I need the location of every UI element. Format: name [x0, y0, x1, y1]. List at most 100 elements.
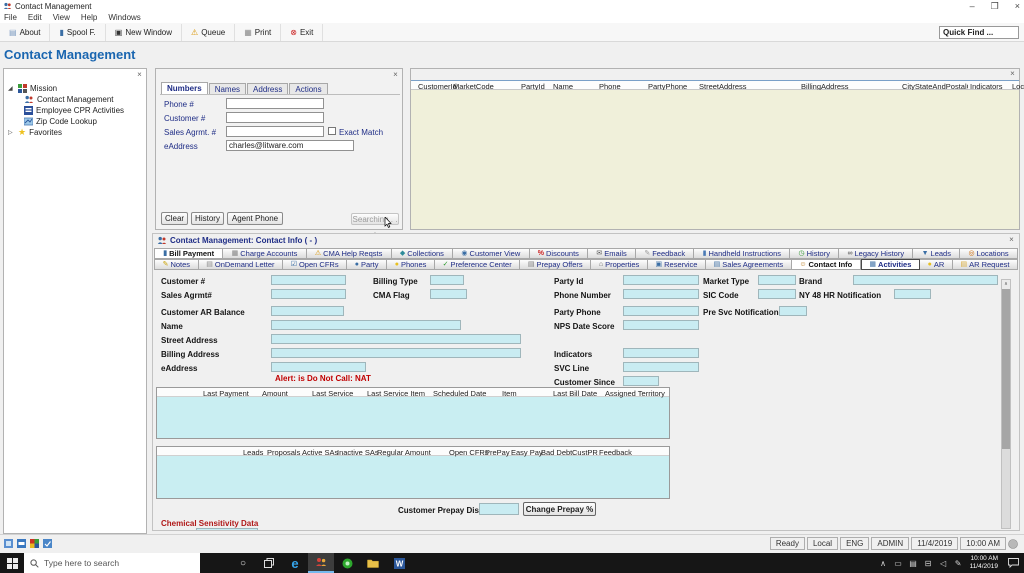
- tab-history[interactable]: ◷ History: [790, 248, 840, 259]
- spool-button[interactable]: ▮ Spool F.: [50, 23, 106, 41]
- history-button[interactable]: History: [191, 212, 224, 225]
- contact-panel-close-icon[interactable]: ×: [1007, 236, 1016, 245]
- customer-ar-balance-field[interactable]: [271, 306, 344, 316]
- tray-folder-icon[interactable]: ▤: [906, 553, 921, 573]
- tab-charge-accounts[interactable]: ▦ Charge Accounts: [223, 248, 307, 259]
- tab-emails[interactable]: ✉ Emails: [588, 248, 637, 259]
- svc-line-field[interactable]: [623, 362, 699, 372]
- service-history-table[interactable]: Last Payment Amount Last Service Last Se…: [156, 387, 670, 439]
- expanded-triangle-icon[interactable]: ◢: [8, 85, 15, 92]
- customer-number-field[interactable]: [271, 275, 346, 285]
- menu-edit[interactable]: Edit: [28, 13, 42, 22]
- tree-node-zip-lookup[interactable]: Zip Code Lookup: [8, 116, 124, 127]
- party-phone-field[interactable]: [623, 306, 699, 316]
- tab-open-cfrs[interactable]: ☑ Open CFRs: [283, 259, 348, 270]
- tab-legacy-history[interactable]: ∞ Legacy History: [839, 248, 914, 259]
- sales-agrmt-input[interactable]: [226, 126, 324, 137]
- exit-button[interactable]: ⊗ Exit: [281, 23, 324, 41]
- tab-cma-help-reqsts[interactable]: ⚠ CMA Help Reqsts: [306, 248, 392, 259]
- billing-address-field[interactable]: [271, 348, 521, 358]
- indicators-field[interactable]: [623, 348, 699, 358]
- tab-prepay-offers[interactable]: ▤ Prepay Offers: [520, 259, 592, 270]
- street-address-field[interactable]: [271, 334, 521, 344]
- phone-number-field[interactable]: [623, 289, 699, 299]
- tab-activities[interactable]: ▦ Activities: [860, 259, 920, 270]
- menu-help[interactable]: Help: [81, 13, 97, 22]
- customer-since-field[interactable]: [623, 376, 659, 386]
- search-panel-close-icon[interactable]: ×: [391, 71, 400, 80]
- tray-pen-icon[interactable]: ✎: [951, 553, 966, 573]
- tab-discounts[interactable]: % Discounts: [529, 248, 589, 259]
- tab-sales-agreements[interactable]: ▤ Sales Agreements: [706, 259, 792, 270]
- tab-ar[interactable]: ● AR: [920, 259, 953, 270]
- menu-file[interactable]: File: [4, 13, 17, 22]
- change-prepay-button[interactable]: Change Prepay %: [523, 502, 596, 516]
- customer-number-input[interactable]: [226, 112, 324, 123]
- tab-feedback[interactable]: ✎ Feedback: [636, 248, 695, 259]
- file-explorer-icon[interactable]: [360, 553, 386, 573]
- tab-party[interactable]: ● Party: [347, 259, 388, 270]
- queue-button[interactable]: ⚠ Queue: [182, 23, 236, 41]
- tab-contact-info[interactable]: ☺ Contact Info: [791, 259, 861, 270]
- tab-reservice[interactable]: ▣ Reservice: [647, 259, 707, 270]
- eaddress-input[interactable]: charles@litware.com: [226, 140, 354, 151]
- start-button[interactable]: [0, 553, 24, 573]
- tab-properties[interactable]: ⌂ Properties: [591, 259, 648, 270]
- status-app-icon-4[interactable]: [43, 539, 52, 548]
- taskbar-clock[interactable]: 10:00 AM 11/4/2019: [966, 555, 1002, 571]
- sic-code-field[interactable]: [758, 289, 796, 299]
- prepay-discount-field[interactable]: [479, 503, 519, 515]
- edge-icon[interactable]: e: [282, 553, 308, 573]
- green-app-icon[interactable]: [334, 553, 360, 573]
- nps-date-score-field[interactable]: [623, 320, 699, 330]
- results-panel-close-icon[interactable]: ×: [1008, 70, 1017, 79]
- scroll-up-icon[interactable]: ∧: [1002, 280, 1010, 289]
- minimize-button[interactable]: –: [970, 1, 975, 11]
- pre-svc-notification-field[interactable]: [779, 306, 807, 316]
- eaddress-field[interactable]: [271, 362, 366, 372]
- close-button[interactable]: ×: [1015, 1, 1020, 11]
- status-app-icon-1[interactable]: [4, 539, 13, 548]
- cma-flag-field[interactable]: [430, 289, 467, 299]
- status-app-icon-3[interactable]: [30, 539, 39, 548]
- status-app-icon-2[interactable]: [17, 539, 26, 548]
- tab-customer-view[interactable]: ◉ Customer View: [453, 248, 530, 259]
- cortana-icon[interactable]: ○: [230, 553, 256, 573]
- task-view-icon[interactable]: [256, 553, 282, 573]
- taskbar-search-input[interactable]: Type here to search: [24, 553, 200, 573]
- tray-monitor-icon[interactable]: ▭: [891, 553, 906, 573]
- new-window-button[interactable]: ▣ New Window: [106, 23, 183, 41]
- results-grid-body[interactable]: [411, 90, 1019, 229]
- tray-network-icon[interactable]: ⊟: [921, 553, 936, 573]
- name-field[interactable]: [271, 320, 461, 330]
- brand-field[interactable]: [853, 275, 998, 285]
- tab-collections[interactable]: ◆ Collections: [391, 248, 454, 259]
- phone-input[interactable]: [226, 98, 324, 109]
- exact-match-checkbox[interactable]: [328, 127, 336, 135]
- ny48-field[interactable]: [894, 289, 931, 299]
- chemical-sensitivity-field[interactable]: [196, 528, 258, 530]
- tab-preference-center[interactable]: ✓ Preference Center: [434, 259, 521, 270]
- collapsed-triangle-icon[interactable]: ▷: [8, 129, 15, 136]
- scrollbar-thumb[interactable]: [1002, 289, 1010, 449]
- tree-node-contact-management[interactable]: Contact Management: [8, 94, 124, 105]
- sales-agrmt-field[interactable]: [271, 289, 346, 299]
- leads-summary-table[interactable]: Leads Proposals Active SAs Inactive SAs …: [156, 446, 670, 499]
- clear-button[interactable]: Clear: [161, 212, 188, 225]
- tree-node-mission[interactable]: ◢ Mission: [8, 83, 124, 94]
- tree-node-employee-cpr[interactable]: Employee CPR Activities: [8, 105, 124, 116]
- tab-leads[interactable]: ▼ Leads: [913, 248, 961, 259]
- quick-find-button[interactable]: Quick Find ...: [939, 26, 1019, 39]
- party-id-field[interactable]: [623, 275, 699, 285]
- about-button[interactable]: ▤ About: [0, 23, 51, 41]
- form-scrollbar[interactable]: ∧: [1001, 279, 1011, 529]
- tab-bill-payment[interactable]: ▮ Bill Payment: [154, 248, 224, 259]
- tab-ar-request[interactable]: ▤ AR Request: [952, 259, 1019, 270]
- market-type-field[interactable]: [758, 275, 796, 285]
- agent-phone-button[interactable]: Agent Phone: [227, 212, 283, 225]
- tab-locations[interactable]: ◎ Locations: [960, 248, 1018, 259]
- tab-notes[interactable]: ✎ Notes: [154, 259, 199, 270]
- tray-volume-icon[interactable]: ◁: [936, 553, 951, 573]
- tab-phones[interactable]: ● Phones: [387, 259, 435, 270]
- contact-app-taskbar-icon[interactable]: [308, 553, 334, 573]
